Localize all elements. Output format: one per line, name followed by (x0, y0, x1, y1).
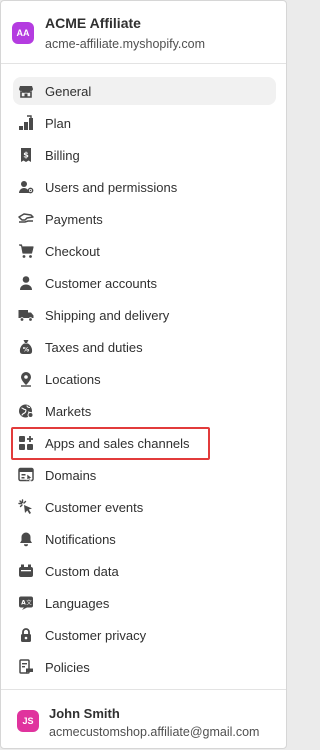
nav-item-domains[interactable]: Domains (13, 461, 276, 489)
user-avatar: JS (17, 710, 39, 732)
nav-item-locations[interactable]: Locations (13, 365, 276, 393)
nav-item-markets[interactable]: Markets (13, 397, 276, 425)
nav-item-policies[interactable]: Policies (13, 653, 276, 681)
nav-label: Taxes and duties (45, 340, 143, 355)
language-icon: A文 (18, 595, 34, 611)
svg-text:%: % (23, 346, 30, 354)
cart-icon (18, 243, 34, 259)
nav-label: Apps and sales channels (45, 436, 190, 451)
billing-icon: $ (18, 147, 34, 163)
apps-icon (18, 435, 34, 451)
nav-item-shipping[interactable]: Shipping and delivery (13, 301, 276, 329)
user-email: acmecustomshop.affiliate@gmail.com (49, 725, 260, 739)
nav-label: Billing (45, 148, 80, 163)
nav-label: Customer privacy (45, 628, 147, 643)
store-icon (18, 83, 34, 99)
truck-icon (18, 307, 34, 323)
store-avatar: AA (12, 22, 34, 44)
payments-icon (18, 211, 34, 227)
bell-icon (18, 531, 34, 547)
policy-icon (18, 659, 34, 675)
nav-label: Users and permissions (45, 180, 178, 195)
nav-label: Customer accounts (45, 276, 157, 291)
nav-item-apps-and-sales-channels[interactable]: Apps and sales channels (11, 427, 276, 460)
person-icon (18, 275, 34, 291)
store-name: ACME Affiliate (45, 15, 141, 31)
tax-bag-icon: % (18, 339, 34, 355)
store-header[interactable]: AA ACME Affiliate acme-affiliate.myshopi… (1, 1, 286, 64)
nav-item-checkout[interactable]: Checkout (13, 237, 276, 265)
nav-item-billing[interactable]: $ Billing (13, 141, 276, 169)
nav-label: Languages (45, 596, 110, 611)
store-domain: acme-affiliate.myshopify.com (45, 37, 206, 51)
nav-label: Checkout (45, 244, 100, 259)
nav-label: Markets (45, 404, 92, 419)
nav-item-notifications[interactable]: Notifications (13, 525, 276, 553)
nav-item-languages[interactable]: A文 Languages (13, 589, 276, 617)
nav-label: Locations (45, 372, 101, 387)
plan-icon (18, 115, 34, 131)
nav-label: Customer events (45, 500, 144, 515)
nav-item-custom-data[interactable]: Custom data (13, 557, 276, 585)
nav-item-customer-privacy[interactable]: Customer privacy (13, 621, 276, 649)
nav-item-general[interactable]: General (13, 77, 276, 105)
location-pin-icon (18, 371, 34, 387)
globe-icon (18, 403, 34, 419)
nav-item-payments[interactable]: Payments (13, 205, 276, 233)
nav-item-users[interactable]: Users and permissions (13, 173, 276, 201)
nav-item-taxes[interactable]: % Taxes and duties (13, 333, 276, 361)
nav-label: Shipping and delivery (45, 308, 170, 323)
nav-label: Policies (45, 660, 90, 675)
users-icon (18, 179, 34, 195)
nav-label: Notifications (45, 532, 116, 547)
nav-item-customer-accounts[interactable]: Customer accounts (13, 269, 276, 297)
nav-item-customer-events[interactable]: Customer events (13, 493, 276, 521)
user-footer[interactable]: JS John Smith acmecustomshop.affiliate@g… (1, 689, 286, 748)
settings-panel: AA ACME Affiliate acme-affiliate.myshopi… (0, 0, 287, 749)
svg-text:$: $ (23, 151, 29, 160)
nav-label: Domains (45, 468, 97, 483)
svg-text:文: 文 (26, 599, 32, 607)
user-name: John Smith (49, 706, 120, 721)
nav-label: General (45, 84, 92, 99)
nav-label: Payments (45, 212, 103, 227)
nav-label: Plan (45, 116, 72, 131)
domain-icon (18, 467, 34, 483)
nav-item-plan[interactable]: Plan (13, 109, 276, 137)
nav-label: Custom data (45, 564, 119, 579)
lock-icon (18, 627, 34, 643)
database-icon (18, 563, 34, 579)
cursor-click-icon (18, 499, 34, 515)
